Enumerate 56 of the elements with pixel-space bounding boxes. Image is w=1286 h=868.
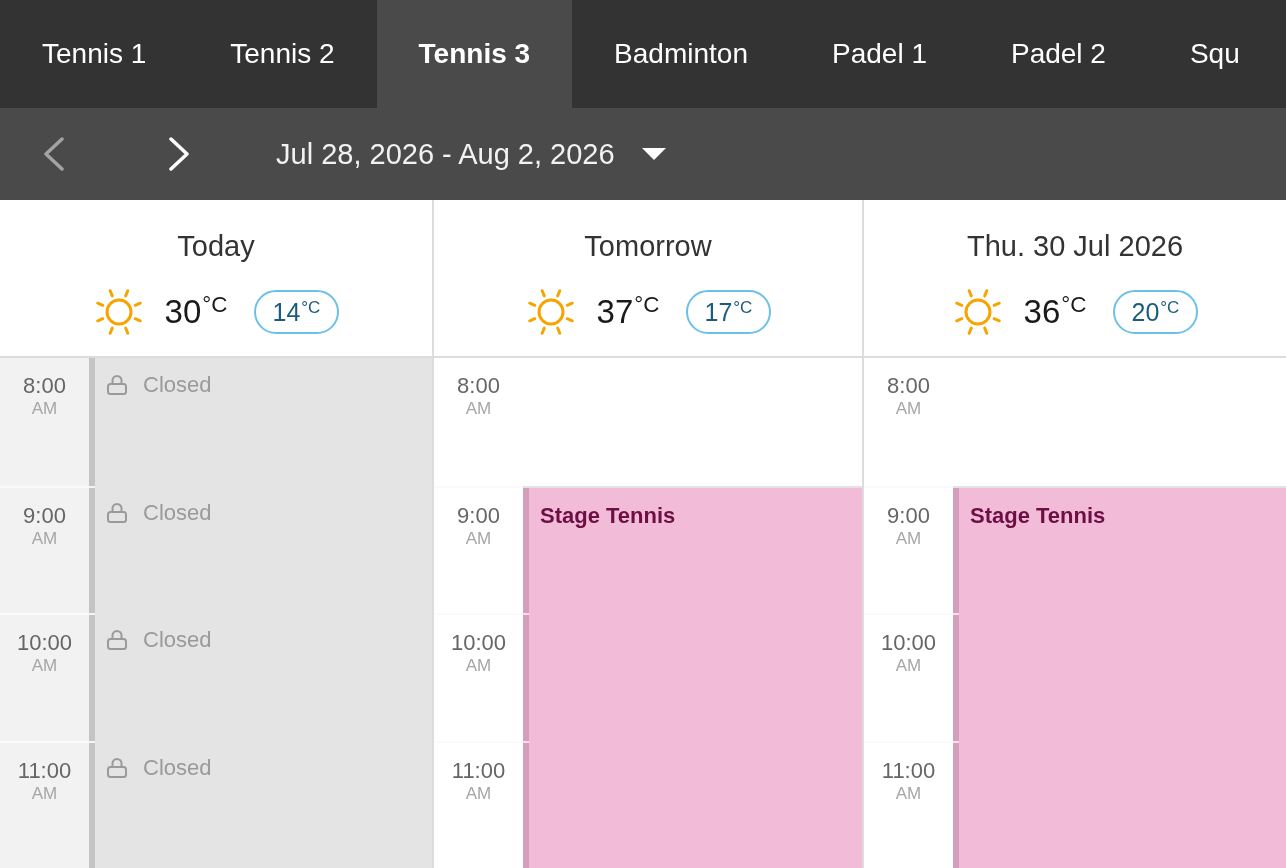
date-range-dropdown[interactable]: Jul 28, 2026 - Aug 2, 2026 [276,131,666,177]
period-label: AM [465,655,492,677]
high-temperature: 36$^{°C}$ [1023,293,1087,331]
event-title: Stage Tennis [540,501,676,530]
time-label: 10:00 [880,631,937,655]
court-tab[interactable]: Padel 1 [790,0,969,108]
day-title: Today [177,229,255,264]
time-label: 11:00 [17,758,72,783]
period-label: AM [31,655,58,677]
time-label: 10:00 [16,631,73,655]
day-title: Thu. 30 Jul 2026 [966,229,1183,264]
time-label: 9:00 [457,503,500,528]
period-label: AM [895,782,922,805]
low-temperature: 17$^{°C}$ [685,290,772,334]
court-tab[interactable]: Tennis 1 [0,0,189,108]
court-tab[interactable]: Tennis 2 [188,0,377,108]
closed-label: Closed [143,627,212,653]
closed-label: Closed [143,372,212,398]
event-block[interactable]: Stage Tennis [953,485,1286,868]
caret-down-icon [641,148,666,160]
chevron-right-icon [168,137,190,171]
time-label: 11:00 [881,758,936,783]
closed-label: Closed [143,499,212,526]
period-label: AM [895,527,922,550]
court-tab[interactable]: Badminton [572,0,790,108]
day-title: Tomorrow [584,229,712,264]
period-label: AM [465,398,492,420]
time-label: 9:00 [887,503,930,528]
lock-icon [107,629,127,650]
event-title: Stage Tennis [970,501,1106,530]
court-tab[interactable]: Tennis 3 [376,0,573,108]
court-tab[interactable]: Squ [1147,0,1244,108]
period-label: AM [465,782,492,805]
closed-label: Closed [143,754,212,781]
period-label: AM [465,527,492,550]
period-label: AM [895,655,922,677]
time-label: 10:00 [450,631,507,655]
low-temperature: 14$^{°C}$ [253,290,340,334]
lock-icon [107,501,127,523]
high-temperature: 30$^{°C}$ [164,293,228,331]
lock-icon [107,756,127,778]
period-label: AM [31,398,58,420]
time-label: 11:00 [451,758,506,783]
event-block[interactable]: Stage Tennis [523,485,862,868]
high-temperature: 37$^{°C}$ [596,293,660,331]
time-label: 9:00 [23,503,66,528]
low-temperature: 20$^{°C}$ [1112,290,1199,334]
period-label: AM [31,527,58,550]
chevron-left-icon [43,137,65,171]
time-label: 8:00 [457,374,500,398]
lock-icon [107,374,127,395]
court-tab[interactable]: Padel 2 [968,0,1148,108]
period-label: AM [895,398,922,420]
period-label: AM [31,782,58,805]
time-label: 8:00 [23,374,66,398]
time-label: 8:00 [887,374,930,398]
